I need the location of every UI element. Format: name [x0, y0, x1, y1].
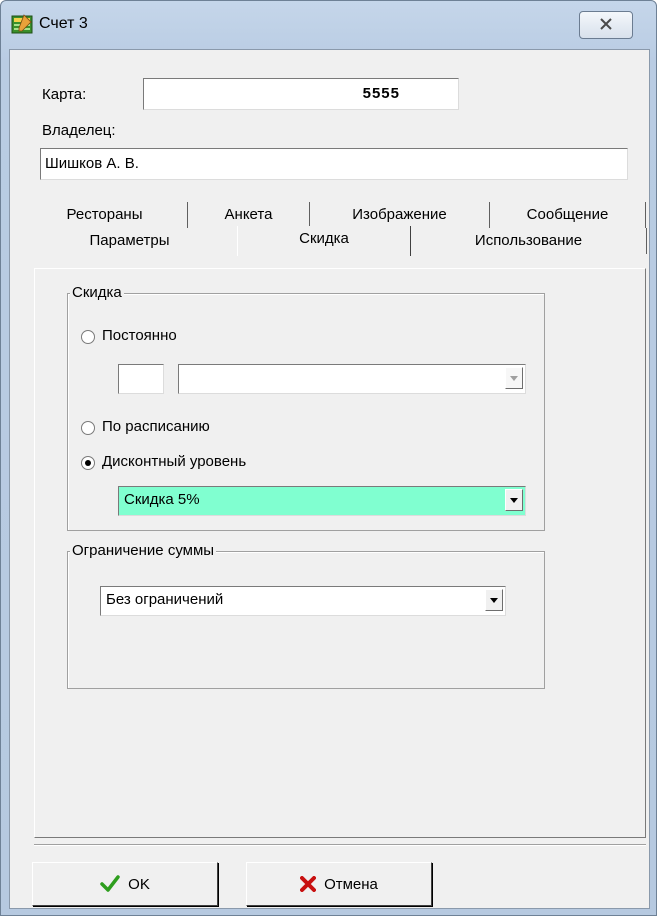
limit-group: Ограничение суммы Без ограничений [67, 542, 545, 689]
owner-label: Владелец: [42, 122, 116, 139]
card-label: Карта: [42, 86, 87, 103]
discount-level-select[interactable]: Скидка 5% [118, 486, 526, 516]
permanent-label: Постоянно [102, 327, 177, 344]
cancel-button-label: Отмена [324, 875, 378, 893]
window-title: Счет 3 [39, 15, 88, 32]
limit-group-title: Ограничение суммы [70, 542, 217, 559]
permanent-radio[interactable] [81, 330, 95, 344]
bottom-divider [34, 844, 646, 846]
schedule-label: По расписанию [102, 418, 210, 435]
discount-level-value: Скидка 5% [124, 491, 200, 508]
discount-group-title: Скидка [70, 284, 124, 301]
tab-image[interactable]: Изображение [310, 202, 490, 228]
discount-level-label: Дисконтный уровень [102, 453, 247, 470]
chevron-down-icon [510, 375, 518, 381]
chevron-down-icon [490, 597, 498, 603]
dialog-body: Карта: 5555 Владелец: Шишков А. В. Ресто… [9, 49, 650, 909]
permanent-dropdown-arrow[interactable] [505, 367, 523, 389]
close-x-icon [599, 17, 613, 34]
permanent-value-field[interactable] [118, 364, 164, 394]
tab-message[interactable]: Сообщение [490, 202, 646, 228]
owner-field[interactable]: Шишков А. В. [40, 148, 628, 180]
checkmark-icon [100, 875, 120, 893]
limit-select[interactable]: Без ограничений [100, 586, 506, 616]
tab-questionnaire[interactable]: Анкета [188, 202, 310, 228]
cancel-button[interactable]: Отмена [246, 862, 432, 906]
limit-value: Без ограничений [106, 591, 224, 608]
ok-button-label: OK [128, 875, 150, 893]
close-button[interactable] [579, 11, 633, 39]
tab-restaurants[interactable]: Рестораны [22, 202, 188, 228]
tab-discount[interactable]: Скидка [237, 226, 411, 256]
discount-group: Скидка Постоянно По расписанию Дисконтны… [67, 284, 545, 531]
limit-dropdown-arrow[interactable] [485, 589, 503, 611]
chevron-down-icon [510, 497, 518, 503]
permanent-select[interactable] [178, 364, 526, 394]
dialog-window: Счет 3 Карта: 5555 Владелец: Шишков А. В… [0, 0, 657, 916]
schedule-radio[interactable] [81, 421, 95, 435]
app-icon [11, 13, 33, 35]
tab-parameters[interactable]: Параметры [22, 228, 237, 254]
card-number-field[interactable]: 5555 [143, 78, 459, 110]
discount-level-dropdown-arrow[interactable] [505, 489, 523, 511]
ok-button[interactable]: OK [32, 862, 218, 906]
tab-panel-discount: Скидка Постоянно По расписанию Дисконтны… [34, 268, 646, 838]
cross-icon [300, 876, 317, 892]
tab-usage[interactable]: Использование [411, 228, 647, 254]
discount-level-radio[interactable] [81, 456, 95, 470]
title-bar: Счет 3 [1, 1, 656, 49]
